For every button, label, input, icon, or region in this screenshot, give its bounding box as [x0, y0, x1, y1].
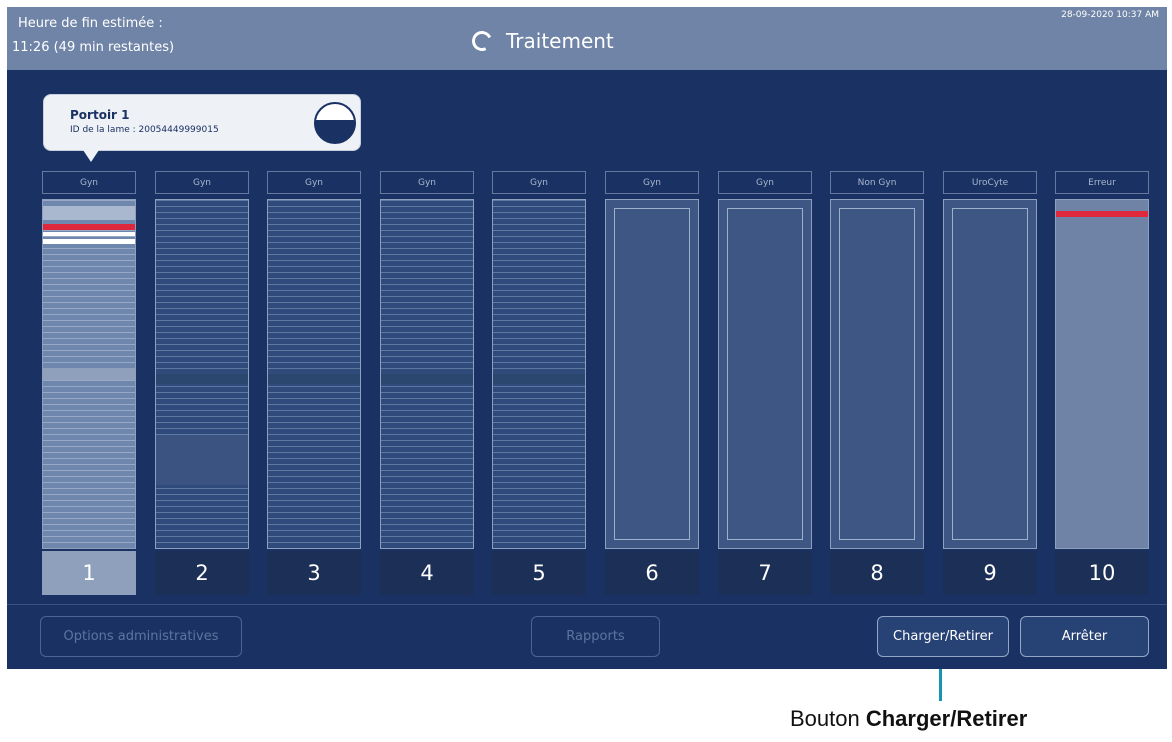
- slot-band: [43, 206, 135, 220]
- eta-label: Heure de fin estimée :: [18, 16, 163, 31]
- rack-slots: [380, 199, 474, 549]
- rack-number: 3: [267, 551, 361, 595]
- rack-slots: [155, 199, 249, 549]
- datetime: 28-09-2020 10:37 AM: [1061, 10, 1159, 20]
- spinner-icon: [469, 28, 495, 54]
- processed-slot: [43, 232, 135, 236]
- rack-type-label: Gyn: [380, 171, 474, 194]
- rack-type-label: Gyn: [492, 171, 586, 194]
- rack-number: 7: [718, 551, 812, 595]
- header-bar: Heure de fin estimée : 11:26 (49 min res…: [7, 7, 1167, 70]
- error-slot-indicator: [43, 224, 135, 230]
- empty-rack-outline: [952, 208, 1028, 540]
- rack-9[interactable]: UroCyte 9: [943, 171, 1037, 595]
- rack-slots: [492, 199, 586, 549]
- load-unload-button[interactable]: Charger/Retirer: [877, 616, 1009, 657]
- rack-6[interactable]: Gyn 6: [605, 171, 699, 595]
- rack-number: 9: [943, 551, 1037, 595]
- rack-number: 4: [380, 551, 474, 595]
- rack-number: 10: [1055, 551, 1149, 595]
- rack-list: Gyn 1 Gyn 2 Gyn 3 Gyn 4 Gyn 5 Gyn 6 Gyn 7 Non Gyn 8 UroC…: [42, 171, 1149, 595]
- footer-divider: [7, 604, 1167, 605]
- page-title: Traitement: [506, 29, 614, 53]
- rack-tooltip: Portoir 1 ID de la lame : 20054449999015: [43, 94, 361, 151]
- stop-button[interactable]: Arrêter: [1020, 616, 1149, 657]
- rack-type-label: Gyn: [267, 171, 361, 194]
- processed-slot: [43, 239, 135, 244]
- title-group: Traitement: [469, 27, 614, 55]
- empty-rack-outline: [614, 208, 690, 540]
- rack-3[interactable]: Gyn 3: [267, 171, 361, 595]
- callout-prefix: Bouton: [790, 706, 860, 731]
- rack-slots: [267, 199, 361, 549]
- rack-type-label: Non Gyn: [830, 171, 924, 194]
- tooltip-slide-id: ID de la lame : 20054449999015: [70, 125, 219, 135]
- rack-type-label: Erreur: [1055, 171, 1149, 194]
- slot-band: [156, 435, 248, 485]
- eta-value: 11:26 (49 min restantes): [12, 40, 175, 55]
- fill-level-icon: [314, 102, 356, 144]
- rack-type-label: Gyn: [155, 171, 249, 194]
- rack-number: 6: [605, 551, 699, 595]
- rack-8[interactable]: Non Gyn 8: [830, 171, 924, 595]
- rack-slots: [42, 199, 136, 549]
- empty-rack-outline: [839, 208, 915, 540]
- rack-type-label: Gyn: [718, 171, 812, 194]
- tooltip-arrow: [83, 150, 99, 162]
- processing-screen: Heure de fin estimée : 11:26 (49 min res…: [7, 7, 1167, 669]
- rack-10[interactable]: Erreur 10: [1055, 171, 1149, 595]
- rack-number: 5: [492, 551, 586, 595]
- slot-band: [156, 374, 248, 384]
- rack-5[interactable]: Gyn 5: [492, 171, 586, 595]
- admin-options-button[interactable]: Options administratives: [40, 616, 242, 657]
- rack-slots: [1055, 199, 1149, 549]
- rack-number: 8: [830, 551, 924, 595]
- rack-slots: [605, 199, 699, 549]
- rack-number: 2: [155, 551, 249, 595]
- rack-type-label: UroCyte: [943, 171, 1037, 194]
- rack-2[interactable]: Gyn 2: [155, 171, 249, 595]
- reports-button[interactable]: Rapports: [531, 616, 660, 657]
- slot-band: [268, 374, 360, 384]
- rack-4[interactable]: Gyn 4: [380, 171, 474, 595]
- rack-number: 1: [42, 551, 136, 595]
- rack-type-label: Gyn: [605, 171, 699, 194]
- callout-line: [939, 669, 942, 701]
- slot-band: [43, 368, 135, 380]
- slot-band: [493, 374, 585, 384]
- rack-7[interactable]: Gyn 7: [718, 171, 812, 595]
- rack-1[interactable]: Gyn 1: [42, 171, 136, 595]
- callout-bold: Charger/Retirer: [865, 706, 1028, 731]
- slot-band: [381, 374, 473, 384]
- tooltip-title: Portoir 1: [70, 108, 130, 122]
- callout-caption: Bouton Charger/Retirer: [790, 706, 1027, 732]
- rack-slots: [718, 199, 812, 549]
- rack-type-label: Gyn: [42, 171, 136, 194]
- error-slot-indicator: [1056, 211, 1148, 217]
- rack-slots: [943, 199, 1037, 549]
- empty-rack-outline: [727, 208, 803, 540]
- rack-slots: [830, 199, 924, 549]
